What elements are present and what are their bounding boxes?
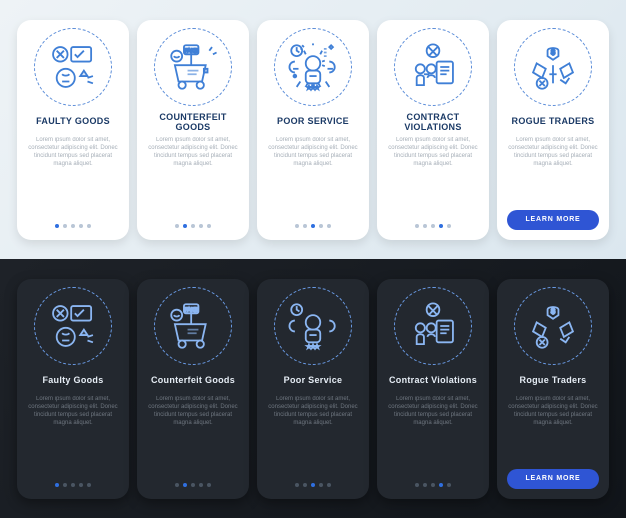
svg-text:$: $ [551, 306, 555, 315]
onboarding-card: Contract Violations Lorem ipsum dolor si… [377, 279, 489, 499]
dot [79, 483, 83, 487]
rogue-traders-icon: $ [514, 287, 592, 365]
dot [311, 224, 315, 228]
rogue-traders-icon: $ [514, 28, 592, 106]
dot [183, 483, 187, 487]
dot [327, 224, 331, 228]
svg-text:FAKE: FAKE [184, 48, 198, 54]
card-title: COUNTERFEIT GOODS [143, 112, 243, 133]
contract-violations-icon [394, 287, 472, 365]
dot [423, 224, 427, 228]
card-body: Lorem ipsum dolor sit amet, consectetur … [23, 136, 123, 180]
svg-text:FAKE: FAKE [184, 307, 198, 313]
faulty-goods-icon [34, 28, 112, 106]
poor-service-icon: ★★★ [274, 287, 352, 365]
card-body: Lorem ipsum dolor sit amet, consectetur … [503, 136, 603, 180]
dot [447, 483, 451, 487]
card-title: ROGUE TRADERS [508, 112, 599, 132]
page-indicator [415, 477, 451, 493]
page-indicator [175, 477, 211, 493]
dot [447, 224, 451, 228]
svg-text:★★★: ★★★ [307, 84, 320, 89]
card-body: Lorem ipsum dolor sit amet, consectetur … [23, 395, 123, 439]
counterfeit-goods-icon: FAKE [154, 287, 232, 365]
dot [71, 483, 75, 487]
dot [207, 483, 211, 487]
page-indicator [55, 477, 91, 493]
dot [327, 483, 331, 487]
card-body: Lorem ipsum dolor sit amet, consectetur … [503, 395, 603, 439]
onboarding-card: $ Rogue Traders Lorem ipsum dolor sit am… [497, 279, 609, 499]
dot [439, 483, 443, 487]
onboarding-card: $ ROGUE TRADERS Lorem ipsum dolor sit am… [497, 20, 609, 240]
dot [415, 224, 419, 228]
dot [295, 483, 299, 487]
learn-more-button[interactable]: LEARN MORE [507, 210, 599, 230]
dot [55, 483, 59, 487]
dot [63, 224, 67, 228]
card-title: FAULTY GOODS [32, 112, 114, 132]
onboarding-row-dark: Faulty Goods Lorem ipsum dolor sit amet,… [0, 259, 626, 518]
dot [295, 224, 299, 228]
onboarding-card: CONTRACT VIOLATIONS Lorem ipsum dolor si… [377, 20, 489, 240]
page-indicator [295, 477, 331, 493]
faulty-goods-icon [34, 287, 112, 365]
onboarding-card: FAULTY GOODS Lorem ipsum dolor sit amet,… [17, 20, 129, 240]
dot [55, 224, 59, 228]
card-body: Lorem ipsum dolor sit amet, consectetur … [143, 395, 243, 439]
dot [183, 224, 187, 228]
card-title: Contract Violations [385, 371, 481, 391]
dot [311, 483, 315, 487]
dot [431, 483, 435, 487]
dot [79, 224, 83, 228]
page-indicator [295, 218, 331, 234]
onboarding-card: ★★★ POOR SERVICE Lorem ipsum dolor sit a… [257, 20, 369, 240]
dot [439, 224, 443, 228]
card-title: Counterfeit Goods [147, 371, 239, 391]
dot [423, 483, 427, 487]
learn-more-button[interactable]: LEARN MORE [507, 469, 599, 489]
dot [63, 483, 67, 487]
page-indicator [415, 218, 451, 234]
dot [191, 483, 195, 487]
dot [191, 224, 195, 228]
dot [87, 483, 91, 487]
svg-text:$: $ [551, 47, 555, 56]
card-body: Lorem ipsum dolor sit amet, consectetur … [383, 395, 483, 439]
card-title: Poor Service [280, 371, 347, 391]
onboarding-card: ★★★ Poor Service Lorem ipsum dolor sit a… [257, 279, 369, 499]
dot [303, 483, 307, 487]
counterfeit-goods-icon: FAKE [154, 28, 232, 106]
dot [431, 224, 435, 228]
onboarding-card: FAKE COUNTERFEIT GOODS Lorem ipsum dolor… [137, 20, 249, 240]
dot [71, 224, 75, 228]
dot [87, 224, 91, 228]
onboarding-card: FAKE Counterfeit Goods Lorem ipsum dolor… [137, 279, 249, 499]
dot [199, 483, 203, 487]
card-title: CONTRACT VIOLATIONS [383, 112, 483, 133]
card-body: Lorem ipsum dolor sit amet, consectetur … [263, 136, 363, 180]
onboarding-card: Faulty Goods Lorem ipsum dolor sit amet,… [17, 279, 129, 499]
dot [175, 483, 179, 487]
card-title: POOR SERVICE [273, 112, 353, 132]
card-title: Rogue Traders [516, 371, 591, 391]
contract-violations-icon [394, 28, 472, 106]
card-title: Faulty Goods [38, 371, 107, 391]
dot [415, 483, 419, 487]
page-indicator [175, 218, 211, 234]
card-body: Lorem ipsum dolor sit amet, consectetur … [143, 136, 243, 180]
dot [319, 483, 323, 487]
dot [319, 224, 323, 228]
page-indicator [55, 218, 91, 234]
onboarding-row-light: FAULTY GOODS Lorem ipsum dolor sit amet,… [0, 0, 626, 259]
dot [199, 224, 203, 228]
card-body: Lorem ipsum dolor sit amet, consectetur … [263, 395, 363, 439]
card-body: Lorem ipsum dolor sit amet, consectetur … [383, 136, 483, 180]
dot [175, 224, 179, 228]
dot [303, 224, 307, 228]
poor-service-icon: ★★★ [274, 28, 352, 106]
svg-text:★★★: ★★★ [307, 343, 320, 348]
dot [207, 224, 211, 228]
